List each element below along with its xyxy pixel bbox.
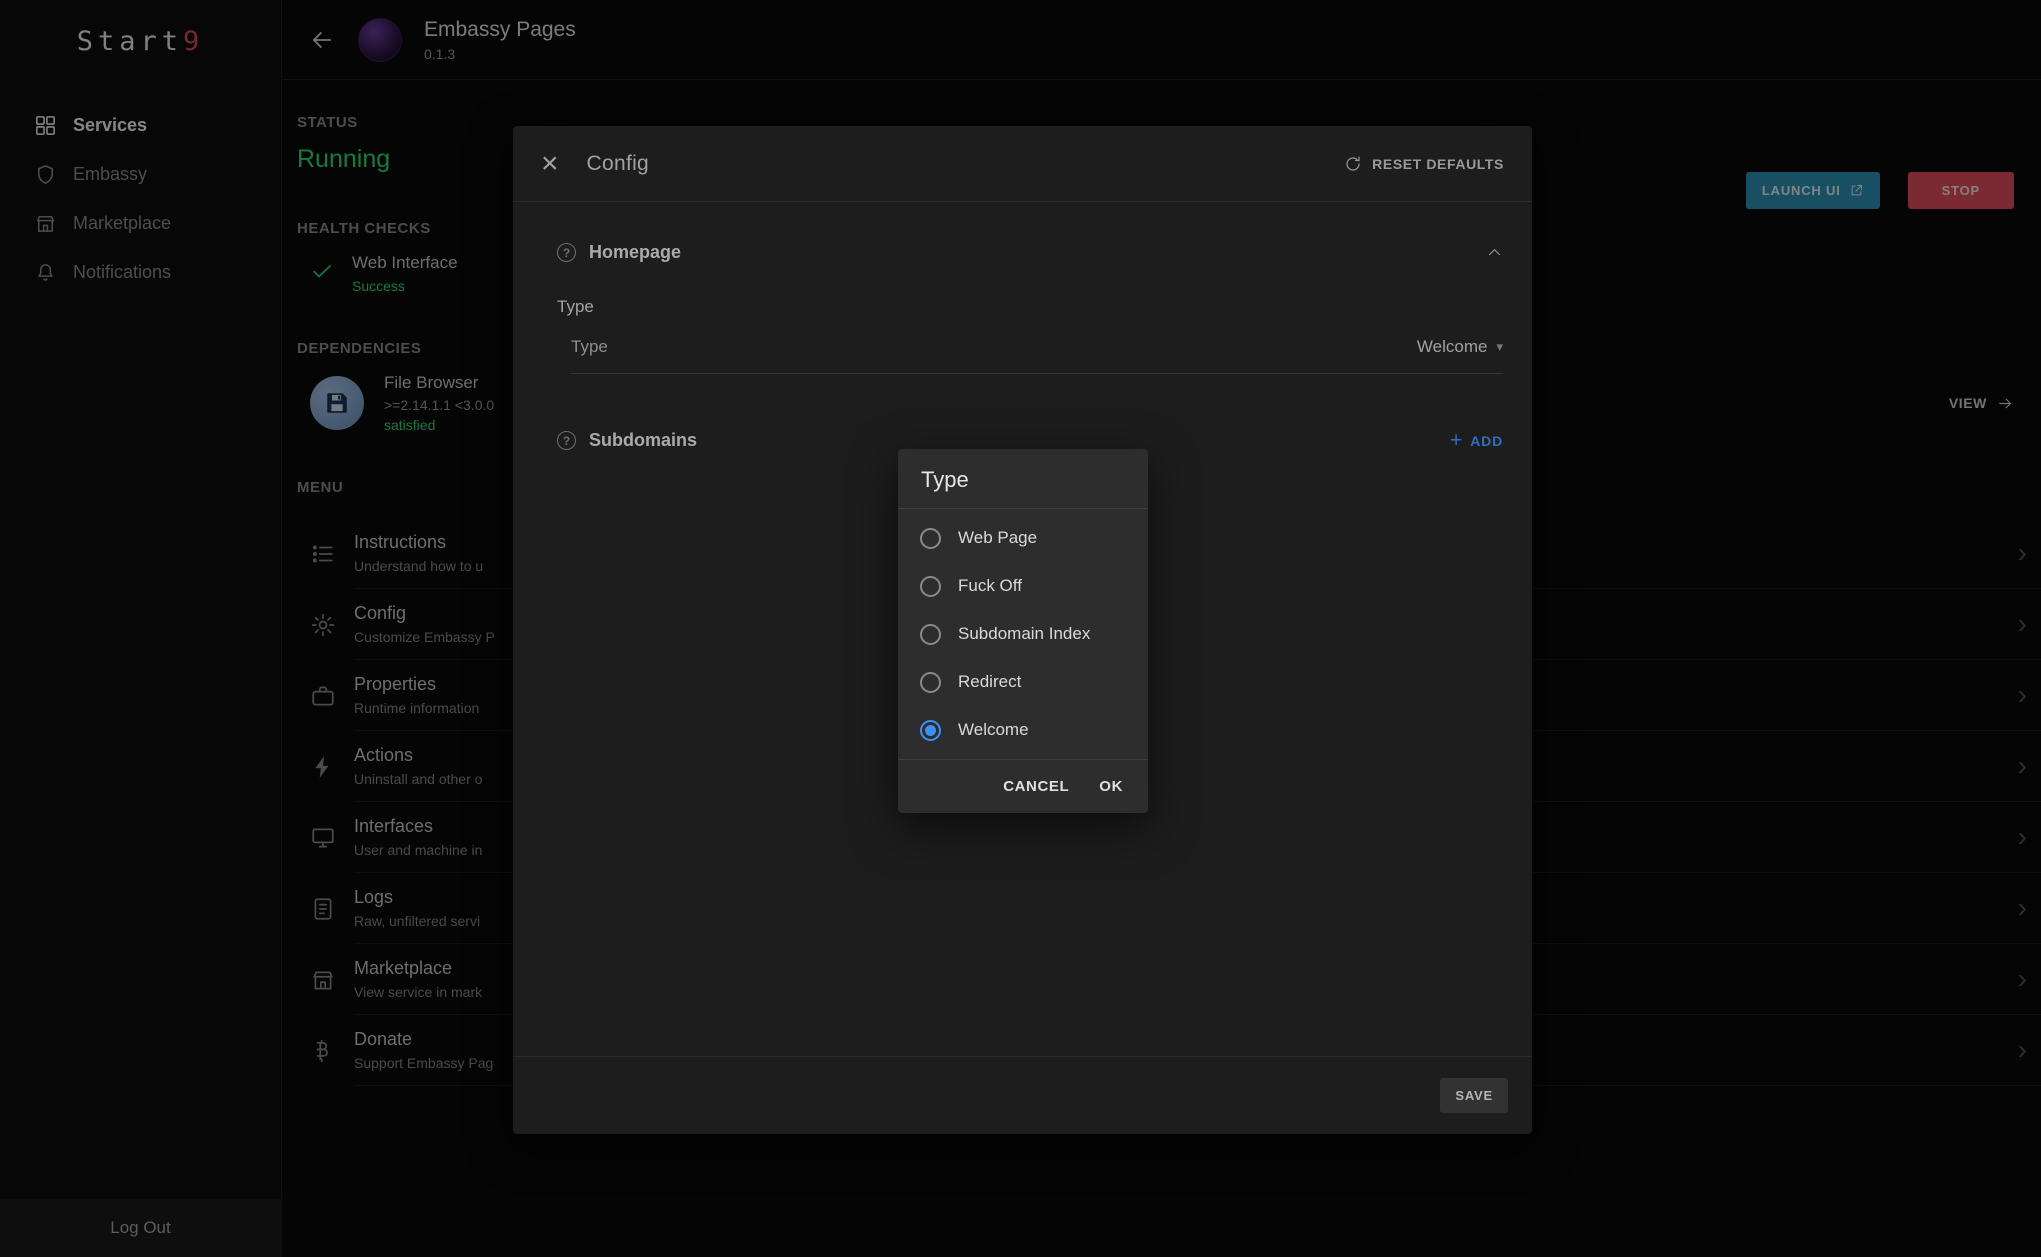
ok-label: OK	[1099, 778, 1123, 795]
radio-option-label: Subdomain Index	[958, 624, 1090, 644]
radio-option-fuck-off[interactable]: Fuck Off	[898, 562, 1148, 610]
type-dialog-title: Type	[898, 449, 1148, 509]
radio-option-label: Redirect	[958, 672, 1021, 692]
radio-icon	[920, 576, 941, 597]
radio-icon	[920, 528, 941, 549]
type-dialog: Type Web Page Fuck Off Subdomain Index R…	[898, 449, 1148, 813]
radio-icon	[920, 624, 941, 645]
radio-option-label: Fuck Off	[958, 576, 1022, 596]
ok-button[interactable]: OK	[1099, 778, 1123, 795]
radio-option-welcome[interactable]: Welcome	[898, 706, 1148, 754]
radio-selected-icon	[920, 720, 941, 741]
radio-option-subdomain-index[interactable]: Subdomain Index	[898, 610, 1148, 658]
radio-option-redirect[interactable]: Redirect	[898, 658, 1148, 706]
cancel-label: CANCEL	[1003, 778, 1069, 795]
radio-icon	[920, 672, 941, 693]
radio-option-label: Web Page	[958, 528, 1037, 548]
type-options-list: Web Page Fuck Off Subdomain Index Redire…	[898, 509, 1148, 759]
radio-option-web-page[interactable]: Web Page	[898, 514, 1148, 562]
app-window: Start9 Services Embassy Marketplace Noti…	[0, 0, 2041, 1257]
cancel-button[interactable]: CANCEL	[1003, 778, 1069, 795]
type-dialog-buttons: CANCEL OK	[898, 759, 1148, 813]
radio-option-label: Welcome	[958, 720, 1029, 740]
